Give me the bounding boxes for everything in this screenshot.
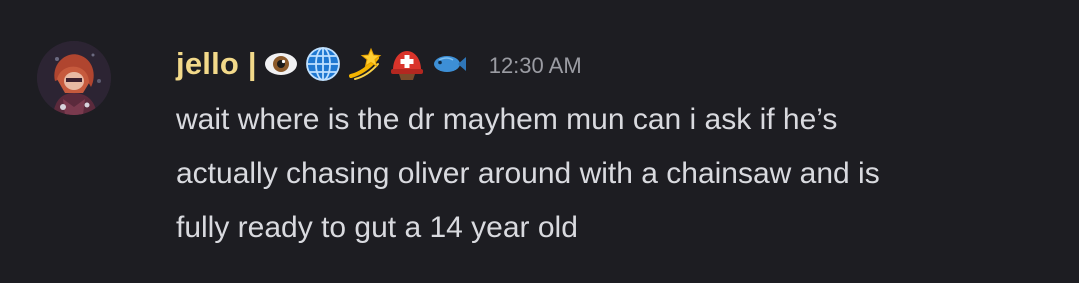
message-line: fully ready to gut a 14 year old <box>176 211 578 244</box>
avatar[interactable] <box>37 41 111 115</box>
chat-message: jello | 12:30 AM wait where is the dr ma… <box>0 0 1079 283</box>
eye-icon <box>263 46 299 82</box>
message-content: wait where is the dr mayhem mun can i as… <box>176 93 1056 255</box>
dizzy-icon <box>347 46 383 82</box>
message-line: wait where is the dr mayhem mun can i as… <box>176 103 838 136</box>
message-header: jello | 12:30 AM <box>176 40 582 88</box>
rescue-helmet-icon <box>389 46 425 82</box>
timestamp: 12:30 AM <box>488 53 582 78</box>
badge-row <box>263 46 467 82</box>
username[interactable]: jello | <box>176 46 257 82</box>
avatar-image <box>37 41 111 115</box>
globe-icon <box>305 46 341 82</box>
fish-icon <box>431 46 467 82</box>
message-line: actually chasing oliver around with a ch… <box>176 157 880 190</box>
